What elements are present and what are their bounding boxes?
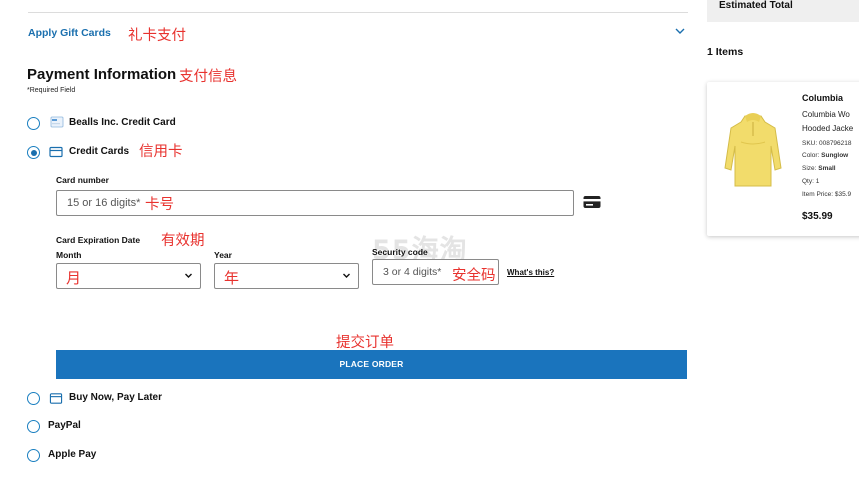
bealls-card-radio[interactable] — [27, 117, 40, 130]
product-sku: SKU: 008796218 — [802, 140, 852, 147]
bealls-card-icon — [50, 116, 64, 128]
items-count: 1 Items — [707, 46, 744, 58]
product-color-label: Color: — [802, 152, 820, 159]
card-expiration-label: Card Expiration Date — [56, 235, 141, 245]
product-color: Color: Sunglow — [802, 152, 848, 159]
month-select-value: 月 — [66, 269, 82, 287]
card-number-input[interactable] — [56, 190, 574, 216]
card-type-icon — [583, 196, 601, 208]
credit-cards-radio[interactable] — [27, 146, 40, 159]
required-field-note: *Required Field — [27, 87, 76, 94]
product-name-line2: Hooded Jacke — [802, 124, 854, 133]
card-number-annotation: 卡号 — [145, 197, 174, 213]
chevron-down-icon — [185, 273, 192, 278]
paypal-radio[interactable] — [27, 420, 40, 433]
product-size-value: Small — [818, 165, 836, 172]
estimated-total-label: Estimated Total — [719, 0, 793, 11]
credit-card-icon — [49, 146, 63, 158]
place-order-button[interactable]: PLACE ORDER — [56, 350, 687, 379]
payment-information-title: Payment Information — [27, 66, 177, 83]
expiration-annotation: 有效期 — [161, 233, 205, 249]
bealls-card-label[interactable]: Bealls Inc. Credit Card — [69, 117, 176, 128]
product-size-label: Size: — [802, 165, 817, 172]
place-order-annotation: 提交订单 — [336, 335, 394, 351]
credit-cards-annotation: 信用卡 — [139, 144, 183, 160]
apple-pay-label[interactable]: Apple Pay — [48, 449, 96, 460]
product-image — [724, 113, 782, 187]
chevron-down-icon — [343, 273, 350, 278]
buy-now-pay-later-label[interactable]: Buy Now, Pay Later — [69, 392, 162, 403]
whats-this-link[interactable]: What's this? — [507, 268, 554, 277]
product-qty: Qty: 1 — [802, 178, 820, 185]
month-select[interactable]: 月 — [56, 263, 201, 289]
year-select-value: 年 — [224, 269, 240, 287]
year-select[interactable]: 年 — [214, 263, 359, 289]
product-color-value: Sunglow — [821, 152, 849, 159]
chevron-down-icon[interactable] — [674, 25, 686, 37]
credit-cards-label[interactable]: Credit Cards — [69, 146, 129, 157]
gift-cards-annotation: 礼卡支付 — [128, 28, 186, 44]
wallet-icon — [49, 393, 63, 404]
buy-now-pay-later-radio[interactable] — [27, 392, 40, 405]
product-size: Size: Small — [802, 165, 836, 172]
security-code-label: Security code — [372, 247, 428, 257]
product-brand: Columbia — [802, 93, 844, 103]
month-label: Month — [56, 250, 82, 260]
product-name-line1: Columbia Wo — [802, 110, 850, 119]
year-label: Year — [214, 250, 232, 260]
product-price: $35.99 — [802, 211, 833, 222]
apply-gift-cards-toggle[interactable]: Apply Gift Cards — [28, 27, 111, 39]
product-item-price: Item Price: $35.9 — [802, 191, 852, 198]
paypal-label[interactable]: PayPal — [48, 420, 81, 431]
security-code-annotation: 安全码 — [452, 268, 496, 284]
top-divider — [28, 12, 688, 13]
apple-pay-radio[interactable] — [27, 449, 40, 462]
card-number-label: Card number — [56, 175, 109, 185]
payment-information-annotation: 支付信息 — [179, 69, 237, 85]
